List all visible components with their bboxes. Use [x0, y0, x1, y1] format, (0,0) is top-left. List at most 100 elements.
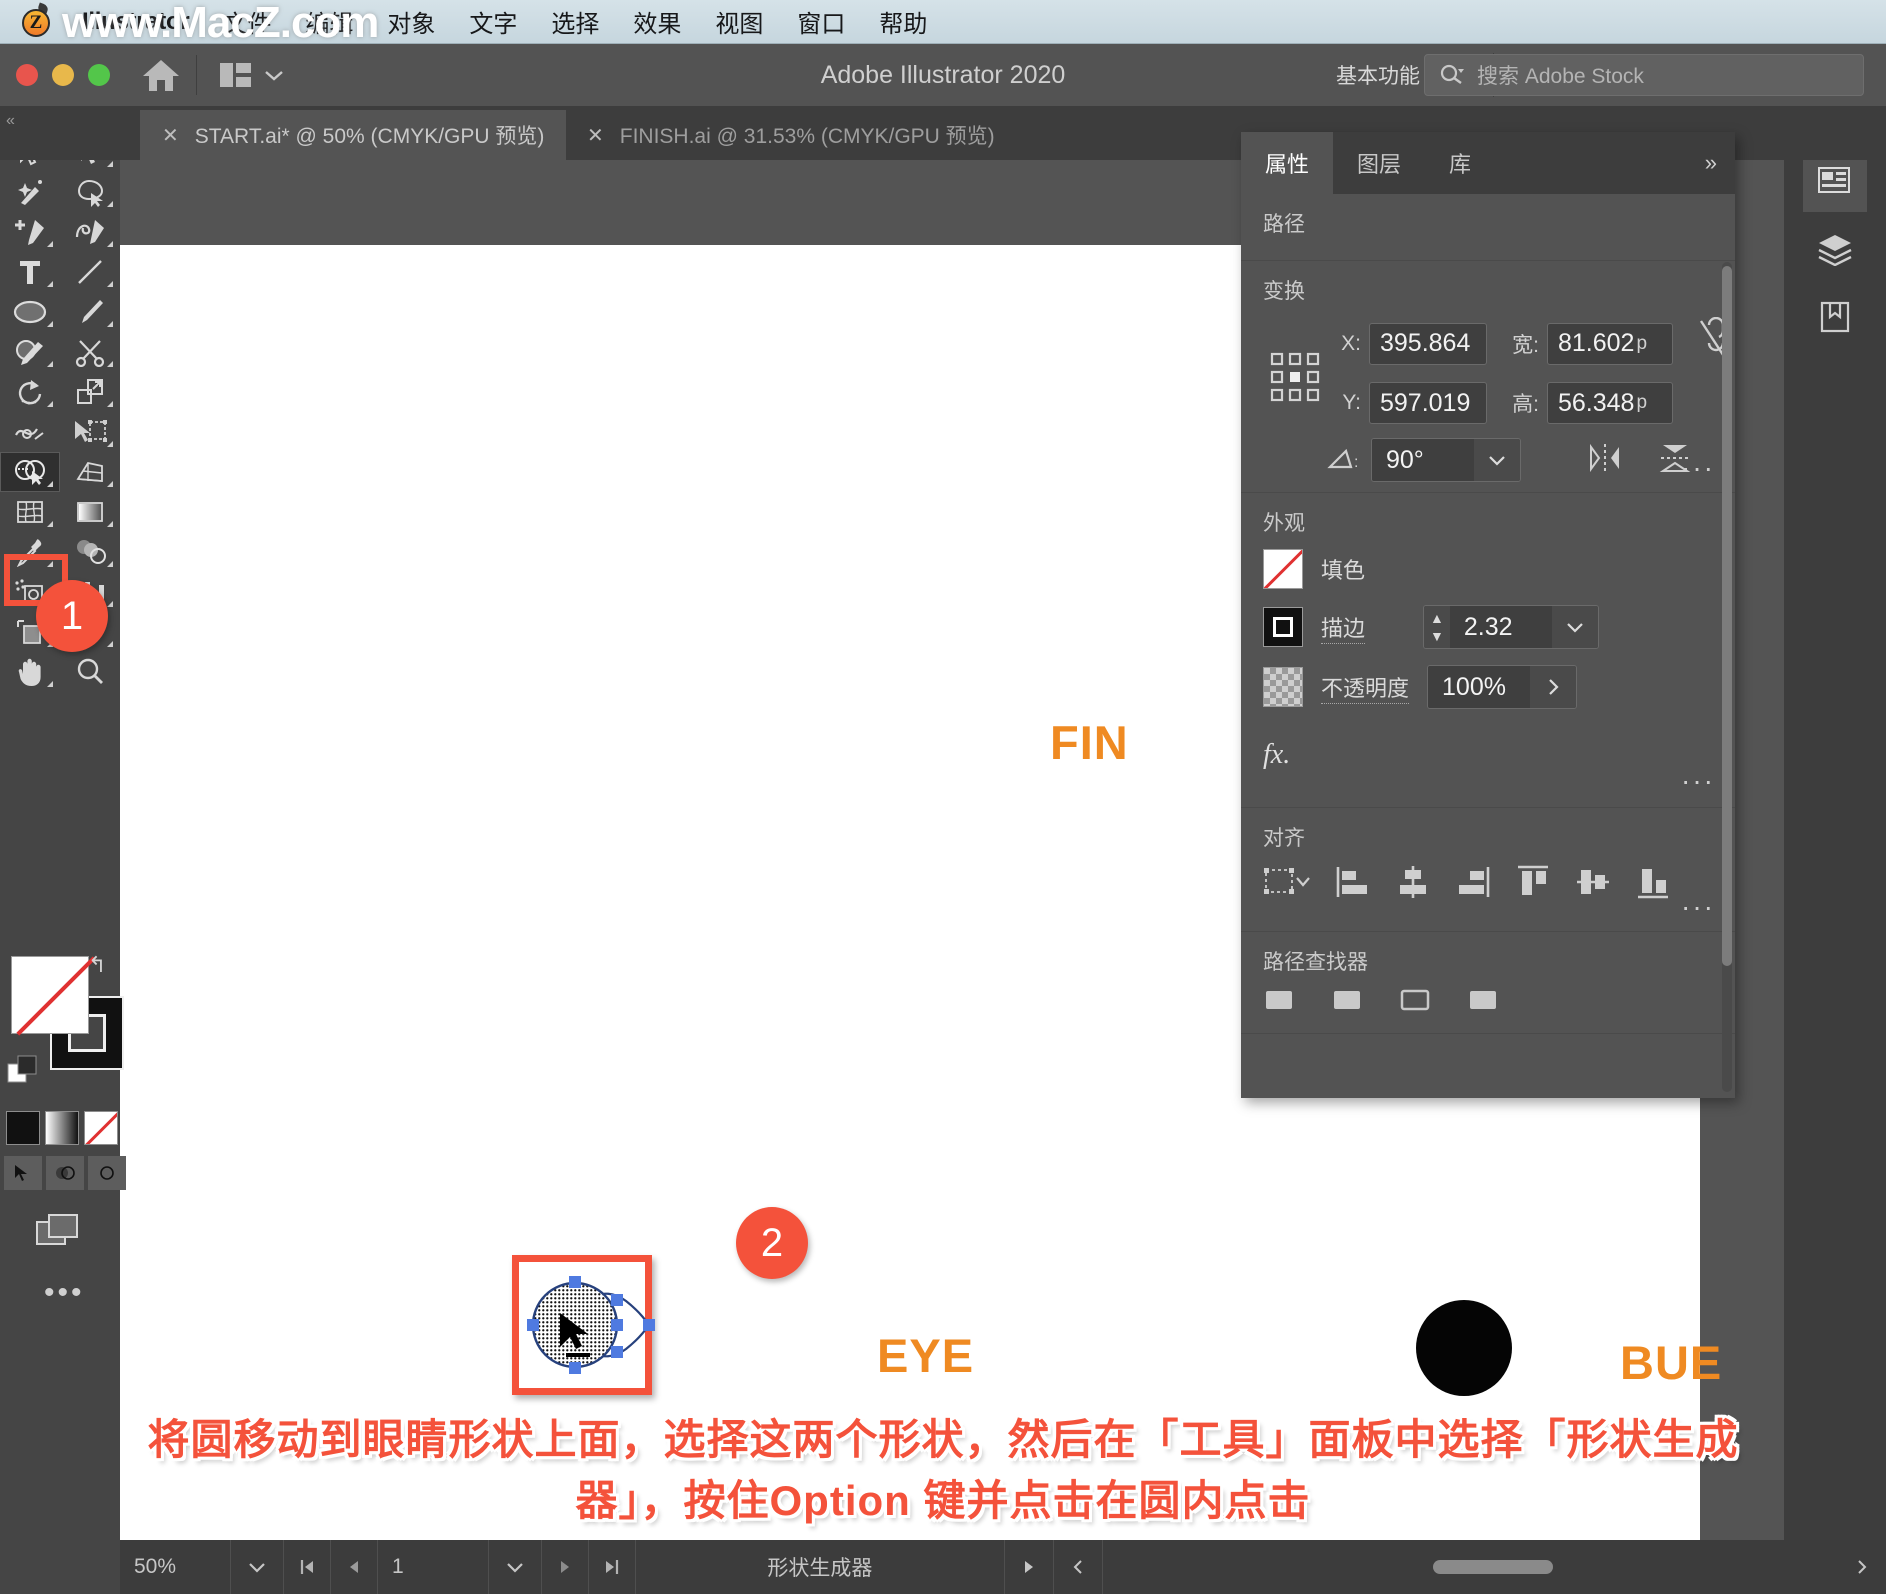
swap-fill-stroke-icon[interactable]: ↰ [88, 952, 106, 978]
libraries-dock-icon[interactable] [1803, 286, 1867, 348]
menu-help[interactable]: 帮助 [879, 4, 927, 39]
draw-inside-icon[interactable] [88, 1156, 126, 1190]
menu-view[interactable]: 视图 [715, 4, 763, 39]
effects-row[interactable]: fx. [1263, 725, 1713, 785]
paintbrush-tool[interactable] [60, 292, 120, 332]
mac-menu-app-name[interactable]: Illustrator [82, 8, 190, 36]
default-fill-stroke-icon[interactable] [6, 1054, 40, 1093]
scroll-left-icon[interactable] [1054, 1540, 1103, 1594]
fill-swatch-none[interactable] [11, 956, 96, 1036]
layers-dock-icon[interactable] [1803, 218, 1867, 280]
angle-input[interactable]: 90° [1371, 438, 1521, 482]
width-input[interactable]: 81.602 p [1547, 322, 1673, 365]
menu-select[interactable]: 选择 [551, 4, 599, 39]
magic-wand-tool[interactable] [0, 172, 60, 212]
page-number-input[interactable]: 1 [378, 1540, 489, 1594]
right-dock[interactable]: » ▪▪▪▪▪ [1784, 106, 1886, 1540]
shape-builder-tool[interactable] [0, 452, 60, 492]
draw-normal-icon[interactable] [4, 1156, 42, 1190]
prev-page-icon[interactable] [331, 1540, 378, 1594]
tools-panel[interactable]: « ▪▪▪▪▪▪ ↰ [0, 106, 126, 1594]
section-pathfinder[interactable]: 路径查找器 [1241, 932, 1735, 1034]
opacity-label[interactable]: 不透明度 [1321, 671, 1410, 704]
fill-swatch[interactable] [1263, 549, 1303, 589]
chevron-right-icon[interactable] [1530, 666, 1577, 708]
draw-behind-icon[interactable] [46, 1156, 84, 1190]
y-field-row[interactable]: Y: 597.019 高: 56.348 p [1327, 382, 1731, 424]
section-align[interactable]: 对齐 ··· [1241, 808, 1735, 932]
stepper-icon[interactable]: ▲ ▼ [1424, 606, 1450, 648]
color-swatch-icon[interactable] [6, 1111, 40, 1145]
current-tool-display[interactable]: 形状生成器 [636, 1540, 1005, 1594]
menu-object[interactable]: 对象 [387, 4, 435, 39]
align-right-icon[interactable] [1455, 864, 1491, 905]
none-swatch-icon[interactable] [84, 1111, 118, 1145]
lasso-tool[interactable] [60, 172, 120, 212]
appearance-more-options[interactable]: ··· [1681, 765, 1715, 797]
rotate-tool[interactable] [0, 372, 60, 412]
menu-file[interactable]: 文件 [223, 4, 271, 39]
x-field-row[interactable]: X: 395.864 宽: 81.602 p [1327, 316, 1731, 370]
line-segment-tool[interactable] [60, 252, 120, 292]
pathfinder-exclude-icon[interactable] [1467, 988, 1507, 1023]
drawing-mode-row[interactable] [4, 1156, 126, 1190]
align-top-icon[interactable] [1515, 864, 1551, 905]
stroke-label[interactable]: 描边 [1321, 611, 1366, 644]
first-page-icon[interactable] [284, 1540, 331, 1594]
align-center-h-icon[interactable] [1395, 864, 1431, 905]
menu-window[interactable]: 窗口 [797, 4, 845, 39]
stroke-swatch[interactable] [1263, 607, 1303, 647]
chevron-down-icon[interactable] [1474, 439, 1520, 481]
properties-panel-body[interactable]: 路径 变换 X: 395.864 宽: 81.602 p Y: 597.019 … [1241, 194, 1735, 1098]
type-tool[interactable] [0, 252, 60, 292]
zoom-level-display[interactable]: 50% [120, 1540, 231, 1594]
hand-tool[interactable] [0, 652, 60, 692]
flip-horizontal-icon[interactable] [1587, 441, 1623, 480]
y-input[interactable]: 597.019 [1369, 382, 1487, 424]
pen-add-anchor-tool[interactable] [0, 212, 60, 252]
angle-row[interactable]: : 90° [1263, 438, 1713, 482]
status-menu-icon[interactable] [1005, 1540, 1054, 1594]
tab-properties[interactable]: 属性 [1241, 132, 1334, 194]
artwork-black-circle[interactable] [1416, 1300, 1512, 1396]
minimize-window-button[interactable] [52, 64, 74, 86]
align-to-selection-icon[interactable] [1263, 865, 1311, 904]
menu-edit[interactable]: 编辑 [305, 4, 353, 39]
panel-scrollbar-thumb[interactable] [1722, 266, 1732, 966]
curvature-tool[interactable] [60, 212, 120, 252]
reference-point-icon[interactable] [1263, 351, 1327, 403]
close-window-button[interactable] [16, 64, 38, 86]
menu-type[interactable]: 文字 [469, 4, 517, 39]
mesh-tool[interactable] [0, 492, 60, 532]
opacity-input[interactable]: 100% [1427, 665, 1578, 709]
width-tool[interactable] [0, 412, 60, 452]
eyedropper-tool[interactable] [0, 532, 60, 572]
opacity-row[interactable]: 不透明度 100% [1263, 665, 1713, 709]
align-left-icon[interactable] [1335, 864, 1371, 905]
properties-panel[interactable]: 属性 图层 库 » 路径 变换 X: 395.864 宽: 81.602 p Y… [1241, 132, 1735, 1098]
collapse-left-icon[interactable]: « [6, 112, 15, 130]
gradient-swatch-icon[interactable] [45, 1111, 79, 1145]
menu-effect[interactable]: 效果 [633, 4, 681, 39]
last-page-icon[interactable] [589, 1540, 636, 1594]
next-page-icon[interactable] [542, 1540, 589, 1594]
document-tab-start[interactable]: ✕ START.ai* @ 50% (CMYK/GPU 预览) [140, 110, 567, 160]
scroll-right-icon[interactable] [1838, 1540, 1886, 1594]
close-icon[interactable]: ✕ [587, 123, 604, 148]
pathfinder-intersect-icon[interactable] [1399, 988, 1439, 1023]
perspective-grid-tool[interactable] [60, 452, 120, 492]
pathfinder-minus-front-icon[interactable] [1331, 988, 1371, 1023]
ellipse-tool[interactable] [0, 292, 60, 332]
align-more-options[interactable]: ··· [1681, 891, 1715, 923]
home-icon[interactable] [140, 54, 182, 96]
align-bottom-icon[interactable] [1635, 864, 1671, 905]
pathfinder-unite-icon[interactable] [1263, 988, 1303, 1023]
tab-layers[interactable]: 图层 [1333, 132, 1425, 194]
panel-menu-icon[interactable]: » [1687, 132, 1735, 194]
arrange-documents-icon[interactable] [219, 60, 285, 90]
free-transform-tool[interactable] [60, 412, 120, 452]
close-icon[interactable]: ✕ [162, 123, 179, 148]
section-transform[interactable]: 变换 X: 395.864 宽: 81.602 p Y: 597.019 高: … [1241, 261, 1735, 493]
stroke-weight-input[interactable]: ▲ ▼ 2.32 [1423, 605, 1599, 649]
scissors-tool[interactable] [60, 332, 120, 372]
